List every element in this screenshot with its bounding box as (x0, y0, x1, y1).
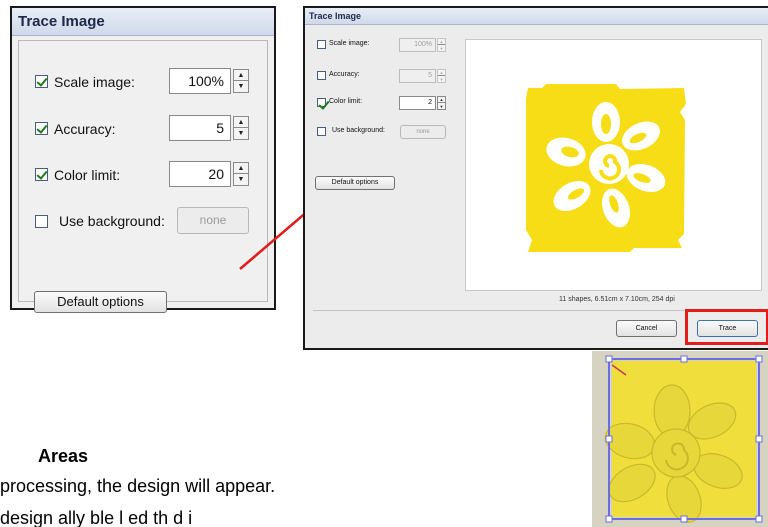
spin-up-icon[interactable]: ▲ (234, 117, 248, 128)
use-background-checkbox[interactable] (35, 215, 48, 228)
scale-image-label: Scale image: (329, 40, 370, 47)
color-limit-checkbox[interactable] (317, 98, 326, 107)
accuracy-field[interactable]: 5 (169, 115, 231, 141)
scale-image-spinner[interactable]: ▲ ▼ (233, 69, 249, 93)
use-background-label: Use background: (332, 127, 385, 134)
color-limit-spinner[interactable]: ▲ ▼ (233, 162, 249, 186)
spin-down-icon[interactable]: ▼ (438, 103, 445, 109)
scale-image-row: Scale image: 100% ▲ ▼ (19, 68, 267, 96)
traced-flower-image (592, 351, 768, 527)
flower-preview-image (526, 84, 686, 252)
body-text-line: design ally ble l ed th d i (0, 508, 193, 527)
spin-up-icon[interactable]: ▲ (234, 70, 248, 81)
scale-image-label: Scale image: (54, 74, 135, 90)
scale-image-field[interactable]: 100% (399, 38, 436, 52)
panel-title: Trace Image (12, 8, 274, 36)
background-color-button[interactable]: none (400, 125, 446, 139)
trace-preview (465, 39, 762, 291)
accuracy-spinner[interactable]: ▲ ▼ (233, 116, 249, 140)
spin-down-icon[interactable]: ▼ (234, 128, 248, 139)
color-limit-spinner[interactable]: ▲ ▼ (437, 96, 446, 110)
trace-image-dialog: Trace Image Scale image: 100% ▲ ▼ Accura… (303, 6, 768, 350)
spin-down-icon[interactable]: ▼ (234, 81, 248, 92)
scale-image-field[interactable]: 100% (169, 68, 231, 94)
accuracy-row: Accuracy: 5 ▲ ▼ (19, 115, 267, 143)
cancel-button[interactable]: Cancel (616, 320, 677, 337)
default-options-button[interactable]: Default options (315, 176, 395, 190)
dialog-title: Trace Image (305, 8, 768, 25)
scale-image-checkbox[interactable] (317, 40, 326, 49)
spin-down-icon[interactable]: ▼ (234, 174, 248, 185)
spin-down-icon[interactable]: ▼ (438, 45, 445, 51)
accuracy-field[interactable]: 5 (399, 69, 436, 83)
trace-status-text: 11 shapes, 6.51cm x 7.10cm, 254 dpi (559, 296, 675, 303)
spin-up-icon[interactable]: ▲ (234, 163, 248, 174)
default-options-button[interactable]: Default options (34, 291, 167, 313)
color-limit-label: Color limit: (329, 98, 363, 105)
scale-image-spinner[interactable]: ▲ ▼ (437, 38, 446, 52)
spin-down-icon[interactable]: ▼ (438, 76, 445, 82)
accuracy-spinner[interactable]: ▲ ▼ (437, 69, 446, 83)
accuracy-checkbox[interactable] (35, 122, 48, 135)
accuracy-label: Accuracy: (329, 71, 360, 78)
color-limit-checkbox[interactable] (35, 168, 48, 181)
color-limit-field[interactable]: 20 (169, 161, 231, 187)
color-limit-field[interactable]: 2 (399, 96, 436, 110)
accuracy-checkbox[interactable] (317, 71, 326, 80)
accuracy-label: Accuracy: (54, 121, 116, 137)
traced-design-thumbnail (592, 351, 768, 527)
use-background-label: Use background: (59, 213, 165, 229)
use-background-checkbox[interactable] (317, 127, 326, 136)
trace-button[interactable]: Trace (697, 320, 758, 337)
color-limit-label: Color limit: (54, 167, 121, 183)
body-text-line: processing, the design will appear. (0, 476, 276, 496)
scale-image-checkbox[interactable] (35, 75, 48, 88)
section-heading: Areas (38, 446, 89, 466)
